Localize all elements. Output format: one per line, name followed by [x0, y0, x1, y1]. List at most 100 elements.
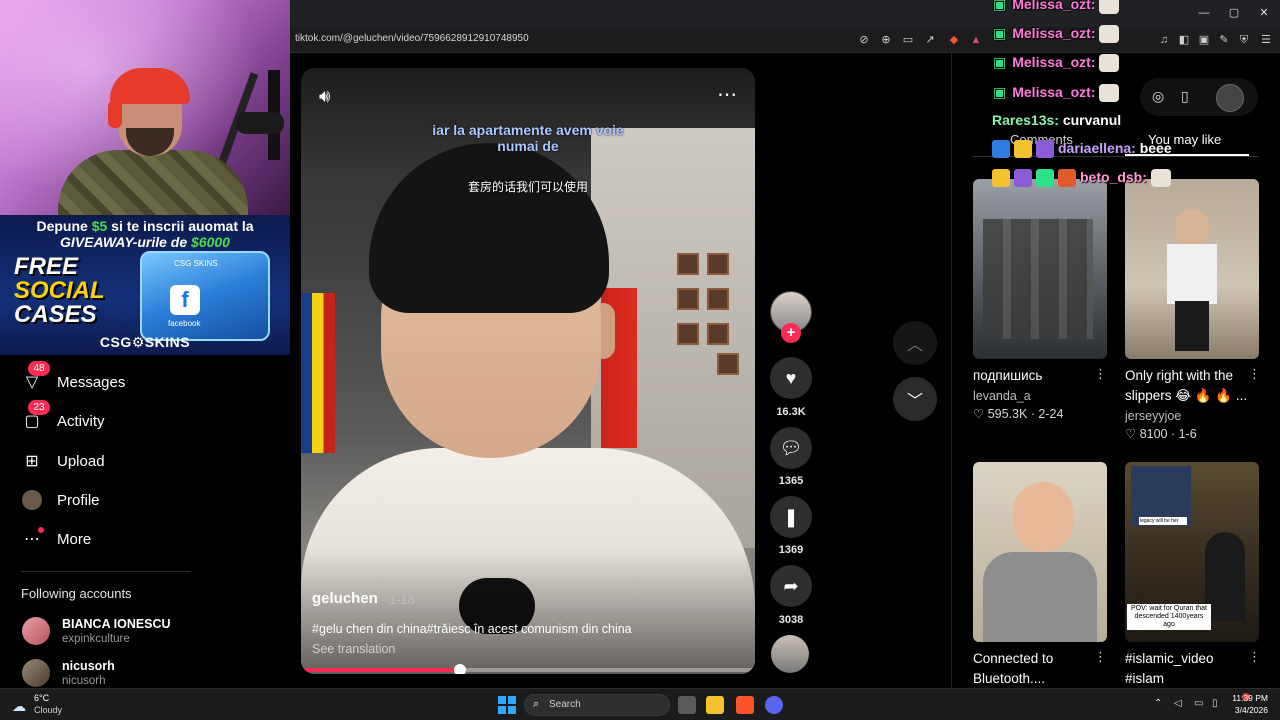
like-button[interactable]: ♥ — [770, 357, 812, 399]
microphone — [236, 112, 284, 134]
clock-date[interactable]: 3/4/2026 — [1232, 705, 1268, 715]
card-title[interactable]: Connected to Bluetooth.... — [973, 649, 1097, 689]
share-icon[interactable]: ↗ — [922, 32, 938, 48]
weather-condition: Cloudy — [34, 705, 63, 715]
clock-time[interactable]: 11:39 PM — [1232, 693, 1268, 703]
card-username[interactable]: levanda_a — [973, 389, 1031, 403]
chevron-down-icon: ﹀ — [906, 393, 923, 410]
next-video-button[interactable]: ﹀ — [893, 377, 937, 421]
chat-message: ▣ Melissa_ozt: — [993, 25, 1120, 44]
emote-icon — [1150, 169, 1171, 188]
following-account[interactable]: BIANCA IONESCU expinkculture — [22, 613, 171, 649]
close-window-button[interactable]: ✕ — [1256, 5, 1272, 21]
promo-brand: CSG⚙SKINS — [99, 334, 191, 350]
discover-icon[interactable]: ◎ — [1152, 88, 1164, 105]
comment-button[interactable]: 💬︎ — [770, 427, 812, 469]
video-card[interactable]: legacy will be her POV: wait for Quran t… — [1125, 462, 1259, 642]
sidebar-item-upload[interactable]: ⊞ Upload — [22, 449, 104, 473]
brave-browser-icon[interactable] — [736, 696, 754, 714]
video-author[interactable]: geluchen — [312, 590, 378, 607]
share-button[interactable]: ➦ — [770, 565, 812, 607]
taskbar-search[interactable]: ⌕ Search — [524, 694, 670, 716]
windows-start-icon[interactable] — [498, 696, 516, 714]
device-icon[interactable]: ▯ — [1181, 88, 1189, 105]
card-thumbnail — [1013, 482, 1073, 552]
video-card[interactable] — [973, 179, 1107, 359]
promo-case-label: CSG SKINS — [174, 259, 218, 268]
more-dots-icon: ⋯ — [22, 527, 44, 549]
following-account[interactable]: nicusorh nicusorh — [22, 655, 115, 691]
card-overlay-text: POV: wait for Quran that descended 1400y… — [1127, 604, 1211, 630]
video-progress-handle[interactable] — [453, 664, 466, 674]
task-view-icon[interactable] — [678, 696, 696, 714]
card-stats: ♡ 8100 · 1-6 — [1125, 427, 1197, 441]
cast-icon[interactable]: ▭ — [900, 32, 916, 48]
sidebar-item-messages[interactable]: ▽ 48 Messages — [22, 361, 125, 394]
video-caption-chinese: 套房的话我们可以使用 — [467, 180, 588, 194]
emote-icon — [1099, 25, 1120, 44]
send-icon: ▽ 48 — [22, 361, 50, 392]
messages-badge: 48 — [28, 361, 50, 376]
user-avatar[interactable] — [1216, 84, 1244, 112]
video-card[interactable] — [973, 462, 1107, 642]
card-more-icon[interactable]: ⋮ — [1248, 649, 1261, 665]
sound-disc-avatar[interactable] — [771, 635, 809, 673]
card-username[interactable]: jerseyyjoe — [1125, 409, 1181, 423]
card-more-icon[interactable]: ⋮ — [1094, 366, 1107, 382]
zoom-icon[interactable]: ⊕ — [878, 32, 894, 48]
discord-icon[interactable] — [765, 696, 783, 714]
previous-video-button[interactable]: ︿ — [893, 321, 937, 365]
maximize-button[interactable]: ▢ — [1226, 5, 1242, 21]
activity-badge: 23 — [28, 400, 50, 415]
mute-tab-icon[interactable]: ⊘ — [856, 32, 872, 48]
vpn-icon[interactable]: ⛨ — [1236, 32, 1252, 48]
extensions-icon[interactable]: ✎ — [1216, 32, 1232, 48]
tray-chevron-icon[interactable]: ⌃ — [1154, 698, 1162, 709]
card-more-icon[interactable]: ⋮ — [1094, 649, 1107, 665]
sidebar-item-more[interactable]: ⋯ More — [22, 527, 91, 551]
video-progress-bar[interactable] — [301, 664, 755, 674]
see-translation-link[interactable]: See translation — [312, 642, 395, 656]
sidebar-toggle-icon[interactable]: ◧ — [1176, 32, 1192, 48]
video-description[interactable]: #gelu chen din china#trăiesc în acest co… — [312, 622, 632, 636]
more-options-icon[interactable]: ⋯ — [717, 82, 738, 107]
wallet-icon[interactable]: ▣ — [1196, 32, 1212, 48]
address-bar[interactable]: tiktok.com/@geluchen/video/7596628912910… — [295, 33, 529, 44]
volume-tray-icon[interactable]: ◁ — [1174, 698, 1182, 709]
card-more-icon[interactable]: ⋮ — [1248, 366, 1261, 382]
card-title[interactable]: подпишись — [973, 366, 1097, 386]
wall-frame — [707, 253, 729, 275]
brave-shield-icon[interactable]: ◆ — [946, 32, 962, 48]
gift-icon: ▣ — [993, 25, 1007, 41]
minimize-button[interactable]: — — [1196, 5, 1212, 21]
like-count: 16.3K — [776, 406, 806, 418]
sidebar-divider — [21, 571, 191, 572]
media-icon[interactable]: ♫ — [1156, 32, 1172, 48]
card-title[interactable]: #islamic_video #islam — [1125, 649, 1249, 689]
video-caption: iar la apartamente avem voie numai de — [432, 122, 624, 154]
sidebar-item-activity[interactable]: ▢ 23 Activity — [22, 400, 105, 433]
menu-icon[interactable]: ☰ — [1258, 32, 1274, 48]
promo-line1: Depune $5 si te inscrii auomat la — [36, 218, 254, 234]
network-tray-icon[interactable]: ▭ — [1194, 698, 1203, 709]
video-player[interactable]: iar la apartamente avem voie numai de 套房… — [301, 68, 755, 674]
more-notification-dot — [38, 527, 44, 533]
battery-tray-icon[interactable]: ▯ — [1212, 698, 1218, 709]
card-thumbnail — [983, 552, 1097, 642]
file-explorer-icon[interactable] — [706, 696, 724, 714]
volume-icon[interactable]: 🔊︎ — [319, 86, 330, 107]
chat-message: beto_dsb: — [992, 169, 1171, 188]
video-card[interactable] — [1125, 179, 1259, 359]
chevron-up-icon: ︿ — [906, 337, 923, 354]
cloud-icon[interactable]: ☁ — [12, 698, 26, 715]
card-title[interactable]: Only right with the slippers 😂 🔥 🔥 ... — [1125, 366, 1249, 406]
promo-line2: GIVEAWAY-urile de $6000 — [60, 234, 230, 250]
follow-button[interactable]: + — [781, 323, 801, 343]
emote-icon — [1099, 54, 1120, 73]
wall-frame — [707, 323, 729, 345]
wall-frame — [707, 288, 729, 310]
save-button[interactable]: ❚ — [770, 496, 812, 538]
rewards-icon[interactable]: ▲ — [968, 32, 984, 48]
sidebar-item-profile[interactable]: Profile — [22, 488, 100, 512]
promo-facebook-label: facebook — [168, 319, 201, 328]
